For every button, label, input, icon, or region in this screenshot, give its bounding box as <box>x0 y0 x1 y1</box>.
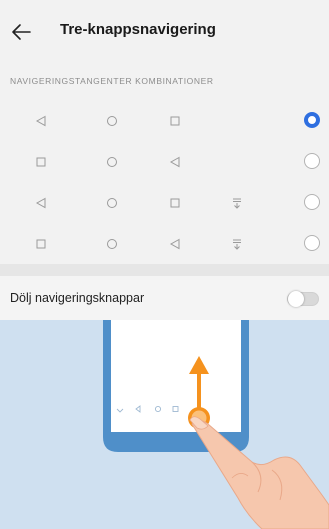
section-divider <box>0 264 329 276</box>
hide-nav-switch[interactable] <box>287 291 319 307</box>
notification-pull-icon <box>228 194 246 212</box>
section-title: NAVIGERINGSTANGENTER KOMBINATIONER <box>10 76 214 86</box>
combination-option-4[interactable] <box>0 226 329 262</box>
arrow-left-icon[interactable] <box>10 20 34 44</box>
triangle-left-icon <box>166 153 184 171</box>
combination-radio-2[interactable] <box>304 153 320 169</box>
hide-nav-label: Dölj navigeringsknappar <box>10 291 145 305</box>
circle-icon <box>103 194 121 212</box>
page-title: Tre-knappsnavigering <box>60 21 216 38</box>
square-icon <box>166 194 184 212</box>
triangle-left-icon <box>32 194 50 212</box>
gesture-illustration <box>0 320 329 529</box>
combination-option-1[interactable] <box>0 103 329 139</box>
hide-nav-row[interactable]: Dölj navigeringsknappar <box>0 276 329 320</box>
circle-icon <box>103 235 121 253</box>
combination-radio-4[interactable] <box>304 235 320 251</box>
app-header: Tre-knappsnavigering <box>0 0 329 62</box>
circle-icon <box>103 112 121 130</box>
triangle-left-icon <box>32 112 50 130</box>
square-icon <box>32 235 50 253</box>
combination-radio-3[interactable] <box>304 194 320 210</box>
combination-option-2[interactable] <box>0 144 329 180</box>
triangle-left-icon <box>166 235 184 253</box>
square-icon <box>32 153 50 171</box>
switch-knob <box>288 291 304 307</box>
notification-pull-icon <box>228 235 246 253</box>
combination-option-3[interactable] <box>0 185 329 221</box>
circle-icon <box>103 153 121 171</box>
combination-radio-1[interactable] <box>304 112 320 128</box>
square-icon <box>166 112 184 130</box>
